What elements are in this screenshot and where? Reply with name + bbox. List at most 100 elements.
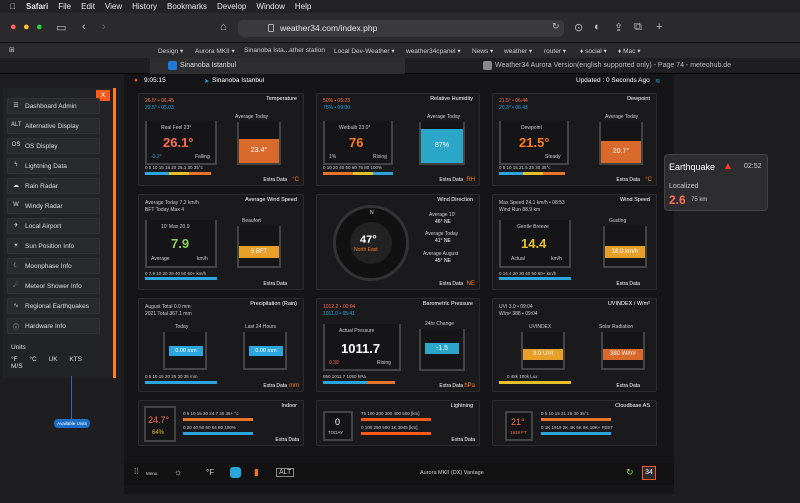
bookmark-mac[interactable]: ♦ Mac ▾ — [618, 47, 640, 55]
reload-icon[interactable]: ↻ — [552, 21, 560, 32]
pressure-state: Rising — [377, 360, 391, 366]
address-bar[interactable]: weather34.com/index.php — [238, 20, 564, 37]
unit-ms-button[interactable]: M/S — [11, 363, 23, 370]
home-icon[interactable]: ⌂ — [220, 21, 227, 33]
lux-scale: 0 48k 100k Lux — [507, 374, 538, 379]
extra-data-link[interactable]: Extra Data — [439, 281, 463, 287]
unit-c-button[interactable]: °C — [29, 356, 36, 363]
share-icon[interactable]: ⇪ — [614, 21, 623, 34]
close-window-icon[interactable]: ● — [10, 21, 17, 33]
bookmarks-bar: ⊞ Design ▾ Aurora MKII ▾ Sinanoba Ista..… — [0, 43, 800, 58]
extra-data-link[interactable]: Extra Data — [263, 281, 287, 287]
back-icon[interactable]: ‹ — [82, 21, 86, 33]
unit-toggle-button[interactable]: °F — [206, 468, 214, 477]
avg-container: 23.4° — [237, 122, 281, 165]
year-total: 2021 Total 367.1 mm — [145, 311, 192, 317]
gust-value: 14.4 — [521, 236, 547, 251]
grid-icon[interactable]: ⊞ — [9, 46, 15, 54]
bookmark-aurora[interactable]: Aurora MKII ▾ — [195, 47, 235, 55]
sidebar-item-moonphase[interactable]: ☾ Moonphase Info — [7, 258, 100, 274]
extra-data-link[interactable]: Extra Data — [451, 437, 475, 443]
menu-grid-icon[interactable]: ⁞⁞ — [134, 467, 138, 476]
tabs-icon[interactable]: ⧉ — [634, 21, 642, 34]
unit-uk-button[interactable]: UK — [49, 356, 58, 363]
bookmark-sinanoba[interactable]: Sinanoba Ista...ather station — [244, 47, 325, 54]
location-pin-icon: ➤ — [204, 78, 210, 85]
brightness-icon[interactable]: ☼ — [174, 467, 182, 477]
quake-icon: ∿ — [13, 303, 19, 309]
earthquake-popup[interactable]: Earthquake ▲ 02:52 Localized 2.6 75 km — [664, 154, 768, 211]
sidebar-toggle-icon[interactable]: ▭ — [56, 21, 66, 34]
chart-icon[interactable]: ▮ — [254, 467, 259, 478]
refresh-icon[interactable]: ↻ — [626, 467, 634, 478]
menu-view[interactable]: View — [105, 2, 122, 11]
beaufort-label: Beaufort — [242, 218, 261, 224]
extra-data-link[interactable]: Extra Data — [275, 437, 299, 443]
forward-icon[interactable]: › — [102, 21, 106, 33]
sidebar-item-windy-radar[interactable]: W Windy Radar — [7, 198, 100, 214]
weather-icon[interactable] — [230, 467, 241, 478]
bookmark-social[interactable]: ♦ social ▾ — [580, 47, 607, 55]
bookmark-router[interactable]: router ▾ — [544, 47, 566, 55]
solar-container: 380 W/m² — [601, 332, 645, 370]
unit-f-button[interactable]: °F — [11, 356, 18, 363]
sidebar-item-meteor-shower[interactable]: ☄ Meteor Shower Info — [7, 278, 100, 294]
menu-bookmarks[interactable]: Bookmarks — [167, 2, 207, 11]
bookmark-news[interactable]: News ▾ — [472, 47, 493, 55]
scale-bar — [373, 172, 393, 175]
bookmark-local-dev[interactable]: Local Dev-Weather ▾ — [334, 47, 395, 55]
bookmark-design[interactable]: Design ▾ — [158, 47, 183, 55]
tab-sinanoba[interactable]: Sinanoba Istanbul — [150, 58, 405, 74]
bookmark-cpanel[interactable]: weather34cpanel ▾ — [406, 47, 461, 55]
new-tab-icon[interactable]: + — [656, 21, 662, 33]
sidebar-item-dashboard-admin[interactable]: ☰ Dashboard Admin — [7, 98, 100, 114]
shield-icon[interactable]: ◐ — [594, 21, 601, 33]
menu-develop[interactable]: Develop — [217, 2, 246, 11]
today-rain: 0.00 mm — [169, 346, 203, 356]
menu-help[interactable]: Help — [295, 2, 311, 11]
unit-label: hPa — [464, 383, 475, 389]
download-icon[interactable]: ⊙ — [574, 21, 583, 34]
sidebar-item-alternative-display[interactable]: ALT Alternative Display — [7, 118, 100, 134]
sidebar-item-rain-radar[interactable]: ☁ Rain Radar — [7, 178, 100, 194]
wind-direction-card: Wind Direction 47° North East N Average … — [316, 194, 480, 290]
popup-magnitude: 2.6 — [669, 193, 686, 207]
sidebar-item-local-airport[interactable]: ✈ Local Airport — [7, 218, 100, 234]
minimize-window-icon[interactable]: ● — [23, 21, 30, 33]
menu-file[interactable]: File — [58, 2, 71, 11]
annotation-arrow — [71, 376, 72, 420]
extra-data-link[interactable]: Extra Data — [616, 383, 640, 389]
scale-bar — [499, 277, 571, 280]
menu-label[interactable]: Menu — [146, 471, 157, 476]
bookmark-weather[interactable]: weather ▾ — [504, 47, 532, 55]
side-menu: X ☰ Dashboard Admin ALT Alternative Displa… — [3, 88, 116, 378]
sidebar-item-earthquakes[interactable]: ∿ Regional Earthquakes — [7, 298, 100, 314]
extra-data-link[interactable]: Extra Data — [263, 383, 287, 389]
sidebar-item-label: Meteor Shower Info — [25, 283, 82, 290]
apple-icon[interactable]:  — [10, 2, 16, 11]
scale-bar — [323, 172, 353, 175]
sidebar-item-hardware-info[interactable]: ⓘ Hardware Info — [7, 318, 100, 334]
sidebar-item-lightning[interactable]: ϟ Lightning Data — [7, 158, 100, 174]
sidebar-item-sun-position[interactable]: ☀ Sun Position Info — [7, 238, 100, 254]
barometer-card: Barometric Pressure 1012.2 • 00:04 1011.… — [316, 298, 480, 392]
menu-edit[interactable]: Edit — [81, 2, 95, 11]
alt-button[interactable]: ALT — [276, 468, 295, 477]
menu-history[interactable]: History — [132, 2, 157, 11]
extra-data-link[interactable]: Extra Data — [439, 177, 463, 183]
sidebar-item-os-display[interactable]: OS OS Display — [7, 138, 100, 154]
tab-meteohub[interactable]: Weather34 Aurora Version(english support… — [405, 58, 800, 74]
extra-data-link[interactable]: Extra Data — [263, 177, 287, 183]
lightning-scale-1: 75 100 200 300 400 500 [km] — [361, 411, 420, 416]
extra-data-link[interactable]: Extra Data — [439, 383, 463, 389]
menu-window[interactable]: Window — [256, 2, 284, 11]
card-title: Lightning — [450, 403, 473, 409]
sidebar-item-label: Sun Position Info — [25, 243, 75, 250]
pressure-value: 1011.7 — [341, 341, 381, 356]
zoom-window-icon[interactable]: ● — [36, 21, 43, 33]
menu-app[interactable]: Safari — [26, 2, 48, 11]
weather34-logo[interactable]: 34 — [642, 466, 656, 480]
extra-data-link[interactable]: Extra Data — [616, 177, 640, 183]
unit-kts-button[interactable]: KTS — [69, 356, 82, 363]
extra-data-link[interactable]: Extra Data — [616, 281, 640, 287]
